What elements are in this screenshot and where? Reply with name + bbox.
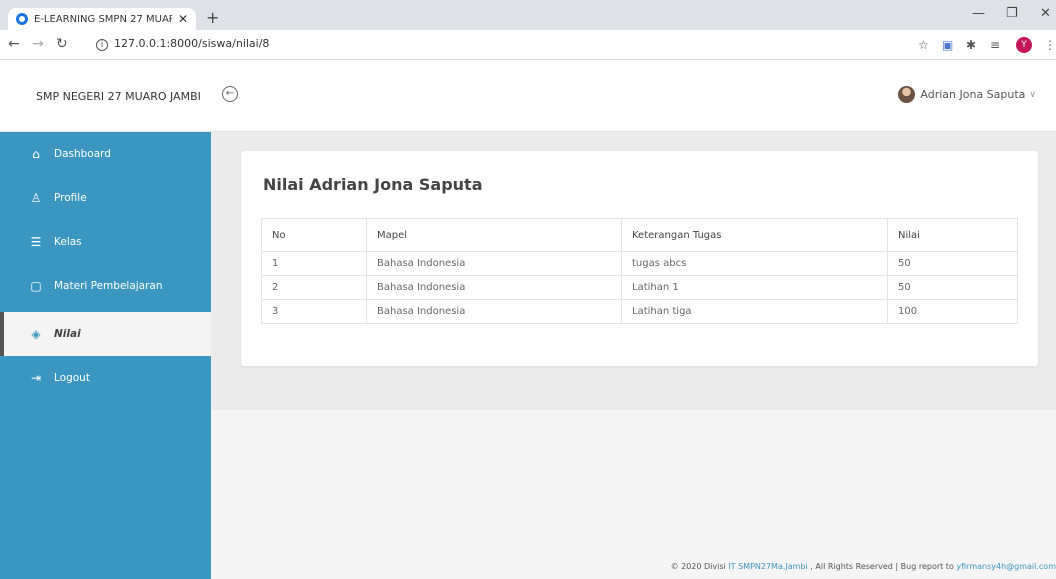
grades-card: Nilai Adrian Jona Saputa No Mapel Ketera…	[241, 151, 1038, 366]
page-title: Nilai Adrian Jona Saputa	[263, 175, 483, 194]
sidebar-item-label: Dashboard	[54, 148, 111, 160]
back-icon[interactable]: ←	[8, 36, 20, 52]
grades-table: No Mapel Keterangan Tugas Nilai 1 Bahasa…	[261, 218, 1018, 324]
column-header-mapel: Mapel	[366, 218, 622, 252]
footer-copyright: © 2020 Divisi	[670, 562, 729, 571]
address-bar: ← → ↻ i 127.0.0.1:8000/siswa/nilai/8 ☆ ▣ …	[0, 30, 1056, 60]
sidebar-item-kelas[interactable]: ☰ Kelas	[0, 220, 211, 264]
sidebar-toggle-icon[interactable]: ←	[222, 86, 238, 102]
sidebar-item-logout[interactable]: ⇥ Logout	[0, 356, 211, 400]
layers-icon: ◈	[31, 327, 41, 341]
brand-name[interactable]: SMP NEGERI 27 MUARO JAMBI	[36, 90, 201, 103]
content-lower-area	[211, 410, 1056, 579]
tab-close-icon[interactable]: ✕	[178, 12, 188, 26]
sidebar: ⌂ Dashboard ♙ Profile ☰ Kelas ▢ Materi P…	[0, 132, 211, 579]
column-header-no: No	[261, 218, 367, 252]
cell-no: 3	[261, 299, 367, 324]
site-favicon-icon	[16, 13, 28, 25]
logout-icon: ⇥	[30, 371, 42, 385]
window-close-icon[interactable]: ✕	[1040, 6, 1051, 21]
user-menu[interactable]: Adrian Jona Saputa ∨	[898, 86, 1036, 103]
translate-extension-icon[interactable]: ▣	[942, 38, 953, 52]
cell-keterangan: tugas abcs	[621, 251, 888, 276]
new-tab-icon[interactable]: +	[206, 8, 219, 27]
database-icon: ☰	[30, 235, 42, 249]
bookmark-star-icon[interactable]: ☆	[918, 38, 929, 52]
cell-mapel: Bahasa Indonesia	[366, 275, 622, 300]
column-header-nilai: Nilai	[887, 218, 1018, 252]
browser-menu-icon[interactable]: ⋮	[1044, 38, 1056, 52]
sidebar-item-materi[interactable]: ▢ Materi Pembelajaran	[0, 264, 211, 308]
table-header-row: No Mapel Keterangan Tugas Nilai	[261, 218, 1018, 252]
footer: © 2020 Divisi IT SMPN27Ma.Jambi , All Ri…	[671, 562, 1056, 571]
reading-list-icon[interactable]: ≡	[990, 38, 1000, 52]
extensions-puzzle-icon[interactable]: ✱	[966, 38, 976, 52]
sidebar-item-label: Profile	[54, 192, 87, 204]
sidebar-item-nilai[interactable]: ◈ Nilai	[0, 312, 211, 356]
cell-keterangan: Latihan tiga	[621, 299, 888, 324]
cell-nilai: 50	[887, 275, 1018, 300]
book-icon: ▢	[30, 279, 42, 293]
minimize-icon[interactable]: —	[972, 6, 985, 21]
reload-icon[interactable]: ↻	[56, 36, 68, 52]
cell-mapel: Bahasa Indonesia	[366, 299, 622, 324]
url-text: 127.0.0.1:8000/siswa/nilai/8	[114, 37, 270, 50]
cell-keterangan: Latihan 1	[621, 275, 888, 300]
footer-division-link[interactable]: IT SMPN27Ma.Jambi	[728, 562, 807, 571]
site-info-icon[interactable]: i	[96, 39, 108, 51]
sidebar-item-label: Kelas	[54, 236, 82, 248]
footer-email-link[interactable]: yfirmansy4h@gmail.com	[956, 562, 1056, 571]
table-row: 3 Bahasa Indonesia Latihan tiga 100	[261, 299, 1018, 324]
cell-nilai: 50	[887, 251, 1018, 276]
cell-no: 2	[261, 275, 367, 300]
cell-no: 1	[261, 251, 367, 276]
sidebar-item-label: Nilai	[54, 328, 81, 340]
cell-mapel: Bahasa Indonesia	[366, 251, 622, 276]
column-header-keterangan: Keterangan Tugas	[621, 218, 888, 252]
table-row: 2 Bahasa Indonesia Latihan 1 50	[261, 275, 1018, 300]
browser-profile-avatar[interactable]: Y	[1016, 37, 1032, 53]
app-header: SMP NEGERI 27 MUARO JAMBI ← Adrian Jona …	[0, 60, 1056, 132]
url-field[interactable]: i 127.0.0.1:8000/siswa/nilai/8	[96, 37, 269, 51]
tab-title: E-LEARNING SMPN 27 MUARO J	[34, 13, 172, 25]
cell-nilai: 100	[887, 299, 1018, 324]
chevron-down-icon: ∨	[1029, 89, 1036, 100]
browser-tab[interactable]: E-LEARNING SMPN 27 MUARO J ✕	[8, 8, 196, 30]
footer-rights: , All Rights Reserved | Bug report to	[807, 562, 957, 571]
user-name: Adrian Jona Saputa	[920, 88, 1026, 101]
home-icon: ⌂	[32, 147, 40, 161]
user-avatar	[898, 86, 916, 103]
user-icon: ♙	[30, 191, 42, 205]
forward-icon[interactable]: →	[32, 36, 44, 52]
restore-icon[interactable]: ❐	[1006, 6, 1018, 21]
sidebar-item-label: Materi Pembelajaran	[54, 280, 163, 292]
sidebar-item-label: Logout	[54, 372, 90, 384]
browser-tab-bar: E-LEARNING SMPN 27 MUARO J ✕ + — ❐ ✕	[0, 0, 1056, 30]
table-row: 1 Bahasa Indonesia tugas abcs 50	[261, 251, 1018, 276]
sidebar-item-dashboard[interactable]: ⌂ Dashboard	[0, 132, 211, 176]
sidebar-item-profile[interactable]: ♙ Profile	[0, 176, 211, 220]
